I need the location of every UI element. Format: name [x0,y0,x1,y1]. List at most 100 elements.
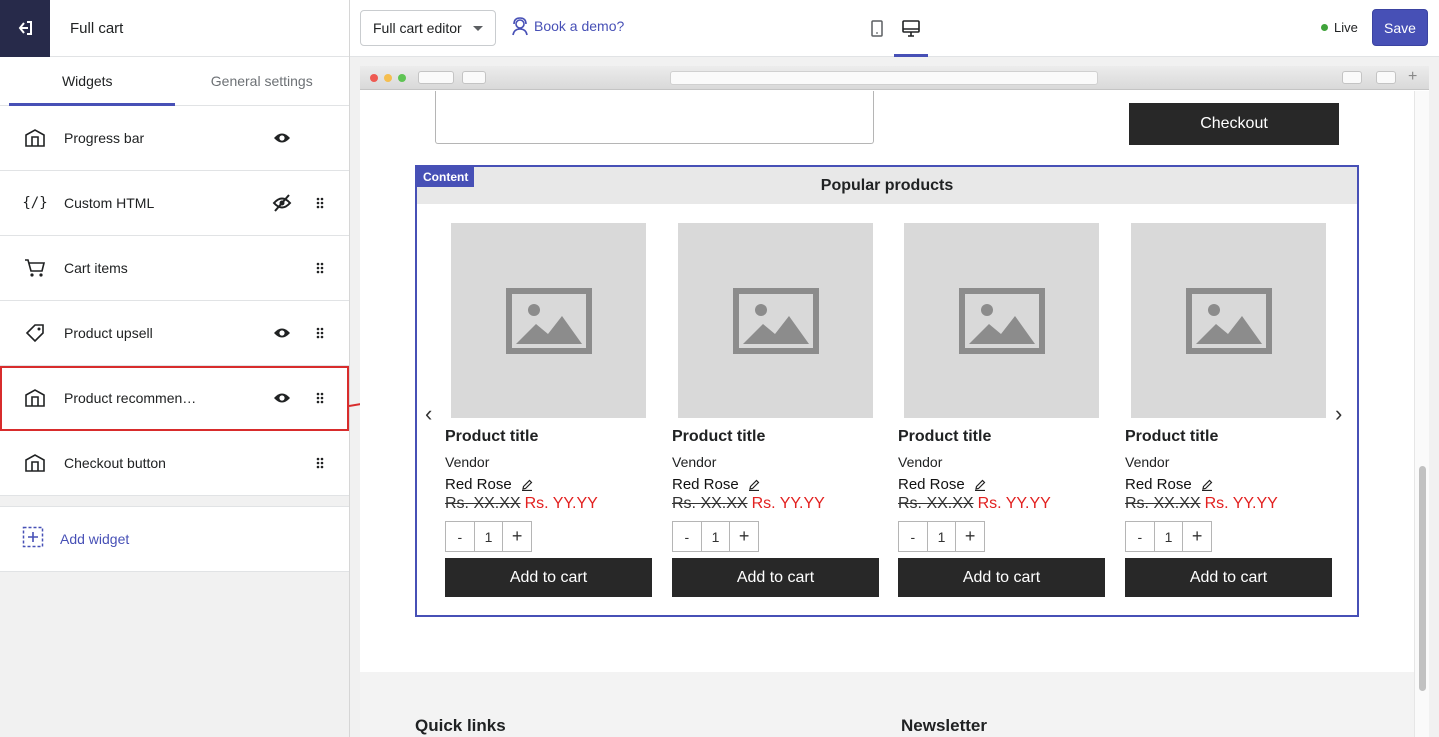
tab-general-settings[interactable]: General settings [175,57,350,105]
product-variant[interactable]: Red Rose [672,476,879,493]
support-agent-icon [512,17,528,36]
product-recommendations-section[interactable]: Popular products Content ‹ › Product tit… [415,165,1359,617]
drag-handle-icon[interactable] [313,455,327,471]
checkout-button[interactable]: Checkout [1129,103,1339,145]
sale-price: Rs. YY.YY [751,495,825,512]
mobile-view-button[interactable] [864,16,890,40]
image-icon [732,287,819,354]
compare-price: Rs. XX.XX [672,495,748,512]
widget-product-upsell[interactable]: Product upsell [0,301,349,366]
sale-price: Rs. YY.YY [1204,495,1278,512]
add-to-cart-button[interactable]: Add to cart [445,558,652,597]
product-variant[interactable]: Red Rose [898,476,1105,493]
address-bar [670,71,1098,85]
image-icon [1185,287,1272,354]
variant-label: Red Rose [898,476,965,493]
qty-increase-button[interactable]: + [502,522,531,551]
product-image-placeholder [904,223,1099,418]
quantity-stepper: - 1 + [445,521,532,552]
tag-icon [22,320,48,346]
cart-icon [22,255,48,281]
add-widget-button[interactable]: Add widget [0,506,349,572]
qty-value[interactable]: 1 [473,522,503,551]
add-widget-label: Add widget [60,531,130,547]
product-vendor: Vendor [1125,454,1170,470]
widget-cart-items[interactable]: Cart items [0,236,349,301]
live-label: Live [1334,20,1358,35]
widget-label: Product recommen… [64,390,197,406]
sidebar-header: Full cart [0,0,349,57]
product-variant[interactable]: Red Rose [445,476,652,493]
add-to-cart-button[interactable]: Add to cart [672,558,879,597]
scrollbar-thumb[interactable] [1419,466,1426,691]
add-to-cart-button[interactable]: Add to cart [898,558,1105,597]
qty-decrease-button[interactable]: - [899,522,927,551]
qty-decrease-button[interactable]: - [446,522,474,551]
eye-icon[interactable] [271,387,293,409]
save-button[interactable]: Save [1372,9,1428,46]
cart-preview: + Checkout Popular products Content ‹ › … [360,66,1429,737]
product-title[interactable]: Product title [445,428,652,446]
quantity-stepper: - 1 + [672,521,759,552]
qty-increase-button[interactable]: + [729,522,758,551]
editor-select[interactable]: Full cart editor [360,10,496,46]
back-forward-icon [418,71,454,84]
compare-price: Rs. XX.XX [898,495,974,512]
eye-icon[interactable] [271,127,293,149]
qty-decrease-button[interactable]: - [673,522,701,551]
product-price: Rs. XX.XX Rs. YY.YY [898,495,1105,513]
pencil-icon [974,479,986,491]
widget-label: Checkout button [64,455,166,471]
product-image-placeholder [678,223,873,418]
product-vendor: Vendor [672,454,717,470]
layout-icon [22,385,48,411]
order-note-textarea[interactable] [435,91,874,144]
carousel-prev-button[interactable]: ‹ [425,401,432,427]
preview-scrollbar[interactable] [1414,91,1429,737]
drag-handle-icon[interactable] [313,195,327,211]
drag-handle-icon[interactable] [313,390,327,406]
qty-value[interactable]: 1 [700,522,730,551]
live-status: Live [1321,20,1358,35]
qty-value[interactable]: 1 [926,522,956,551]
mobile-icon [871,19,883,37]
desktop-view-button[interactable] [894,16,928,57]
drag-handle-icon[interactable] [313,260,327,276]
widget-custom-html[interactable]: {/} Custom HTML [0,171,349,236]
browser-chrome: + [360,66,1429,90]
product-title[interactable]: Product title [898,428,1105,446]
sidebar-title: Full cart [70,19,124,37]
product-title[interactable]: Product title [672,428,879,446]
tab-widgets[interactable]: Widgets [0,57,175,106]
widget-product-recommendations[interactable]: Product recommen… [0,366,349,431]
qty-increase-button[interactable]: + [1182,522,1211,551]
sidebar-tabs: Widgets General settings [0,57,349,106]
product-variant[interactable]: Red Rose [1125,476,1332,493]
product-title[interactable]: Product title [1125,428,1332,446]
book-demo-link[interactable]: Book a demo? [510,16,624,36]
exit-icon [18,21,32,35]
widget-checkout-button[interactable]: Checkout button [0,431,349,496]
product-vendor: Vendor [898,454,943,470]
image-icon [958,287,1045,354]
qty-increase-button[interactable]: + [955,522,984,551]
carousel-next-button[interactable]: › [1335,401,1342,427]
drag-handle-icon[interactable] [313,325,327,341]
exit-button[interactable] [0,0,50,57]
tabs-icon [1376,71,1396,84]
variant-label: Red Rose [1125,476,1192,493]
product-image-placeholder [1131,223,1326,418]
qty-decrease-button[interactable]: - [1126,522,1154,551]
content-tag: Content [417,167,475,187]
widget-label: Cart items [64,260,128,276]
eye-slash-icon[interactable] [271,192,293,214]
sale-price: Rs. YY.YY [524,495,598,512]
variant-label: Red Rose [445,476,512,493]
add-icon [22,526,44,553]
layout-icon [22,450,48,476]
widget-label: Custom HTML [64,195,155,211]
qty-value[interactable]: 1 [1153,522,1183,551]
widget-progress-bar[interactable]: Progress bar [0,106,349,171]
eye-icon[interactable] [271,322,293,344]
add-to-cart-button[interactable]: Add to cart [1125,558,1332,597]
